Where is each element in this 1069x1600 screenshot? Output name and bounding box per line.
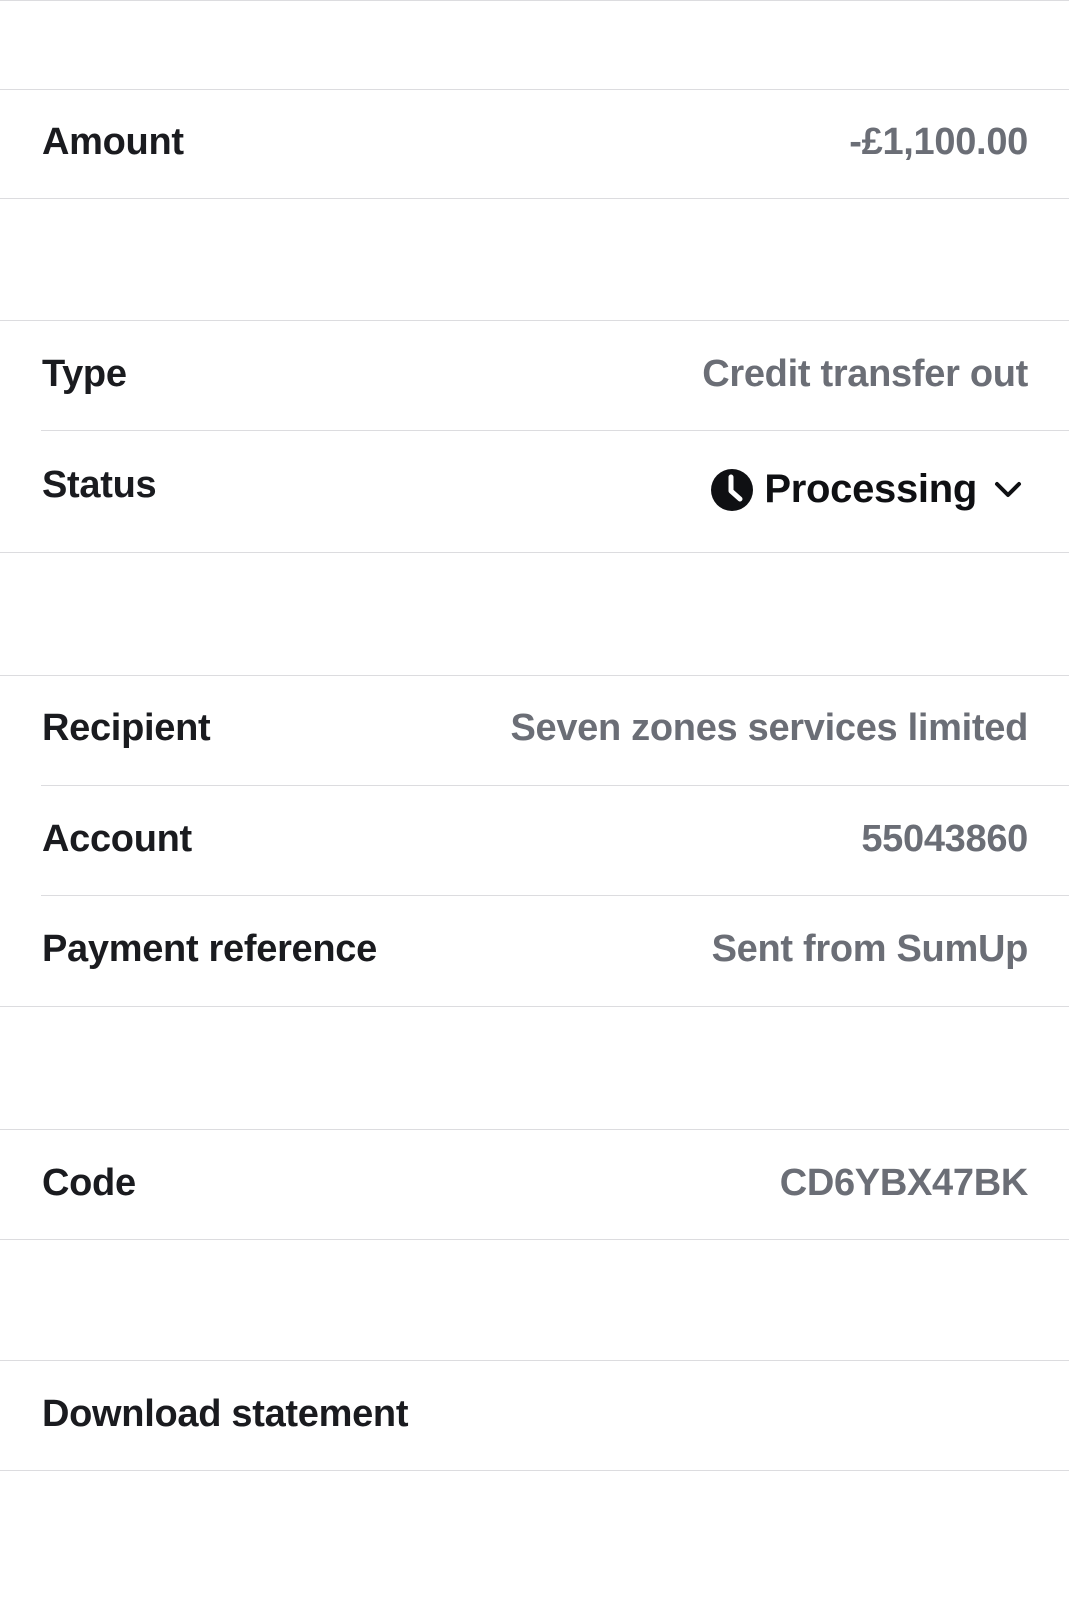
status-label: Status [42,464,157,506]
payment-reference-row: Payment reference Sent from SumUp [0,895,1069,1005]
code-label: Code [42,1162,136,1204]
payment-reference-value: Sent from SumUp [711,928,1029,970]
recipient-label: Recipient [42,707,211,749]
code-row: Code CD6YBX47BK [0,1129,1069,1239]
divider [0,1239,1069,1240]
download-statement-label[interactable]: Download statement [42,1393,409,1436]
amount-value: -£1,100.00 [849,121,1028,163]
divider [0,1006,1069,1007]
top-divider [0,0,1069,1]
divider [0,198,1069,199]
status-text: Processing [764,467,977,511]
amount-row: Amount -£1,100.00 [0,89,1069,199]
type-row: Type Credit transfer out [0,320,1069,430]
download-statement-button[interactable]: Download statement [0,1360,1069,1470]
amount-label: Amount [42,121,184,163]
account-row: Account 55043860 [0,785,1069,895]
account-label: Account [42,818,192,860]
payment-reference-label: Payment reference [42,928,377,970]
divider [0,552,1069,553]
status-value[interactable]: Processing [710,467,1023,512]
type-label: Type [42,353,127,395]
type-value: Credit transfer out [702,353,1028,395]
status-row[interactable]: Status Processing [0,430,1069,552]
chevron-down-icon[interactable] [993,475,1023,505]
divider [0,1470,1069,1471]
transaction-details-page: Amount -£1,100.00 Type Credit transfer o… [0,0,1069,1600]
account-value: 55043860 [861,818,1028,860]
recipient-row: Recipient Seven zones services limited [0,675,1069,785]
recipient-value: Seven zones services limited [510,707,1028,749]
code-value: CD6YBX47BK [779,1162,1029,1204]
clock-icon [710,468,754,512]
